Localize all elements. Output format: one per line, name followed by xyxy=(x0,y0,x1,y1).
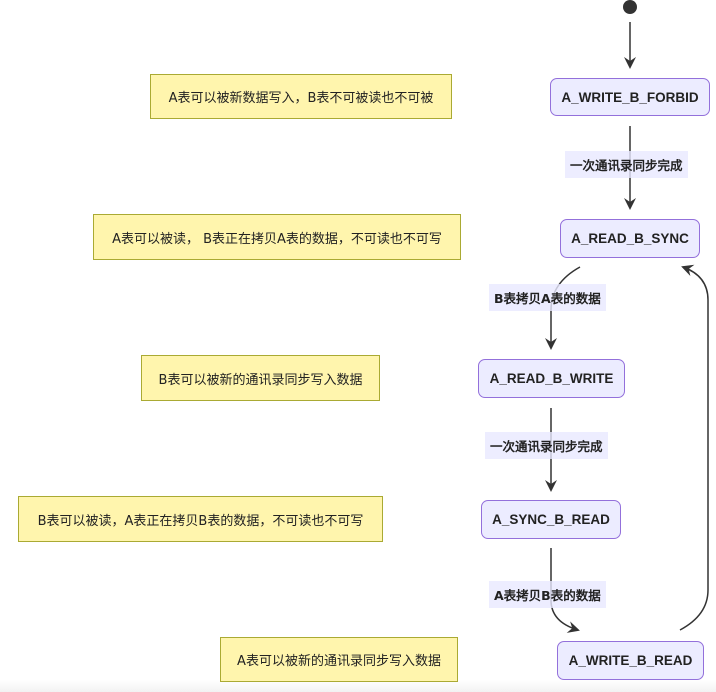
start-node xyxy=(623,0,637,14)
state-a-write-b-forbid[interactable]: A_WRITE_B_FORBID xyxy=(550,78,710,116)
note-a-write-b-read: A表可以被新的通讯录同步写入数据 xyxy=(220,637,458,682)
edge-label-b-copy-a: B表拷贝A表的数据 xyxy=(489,284,606,311)
note-a-sync-b-read: B表可以被读，A表正在拷贝B表的数据，不可读也不可写 xyxy=(18,496,383,542)
edge-a-write-b-read-to-a-read-b-sync xyxy=(679,264,709,631)
state-a-read-b-write[interactable]: A_READ_B_WRITE xyxy=(478,359,625,398)
edge-label-sync-complete-2: 一次通讯录同步完成 xyxy=(485,432,608,459)
edge-label-sync-complete-1: 一次通讯录同步完成 xyxy=(565,151,688,178)
state-a-read-b-sync[interactable]: A_READ_B_SYNC xyxy=(560,219,700,258)
note-a-read-b-sync: A表可以被读， B表正在拷贝A表的数据，不可读也不可写 xyxy=(93,214,461,260)
edge-label-a-copy-b: A表拷贝B表的数据 xyxy=(489,581,606,608)
note-a-write-b-forbid: A表可以被新数据写入，B表不可被读也不可被 xyxy=(150,74,452,119)
note-a-read-b-write: B表可以被新的通讯录同步写入数据 xyxy=(141,355,380,401)
state-a-write-b-read[interactable]: A_WRITE_B_READ xyxy=(557,641,704,680)
state-a-sync-b-read[interactable]: A_SYNC_B_READ xyxy=(481,500,621,539)
